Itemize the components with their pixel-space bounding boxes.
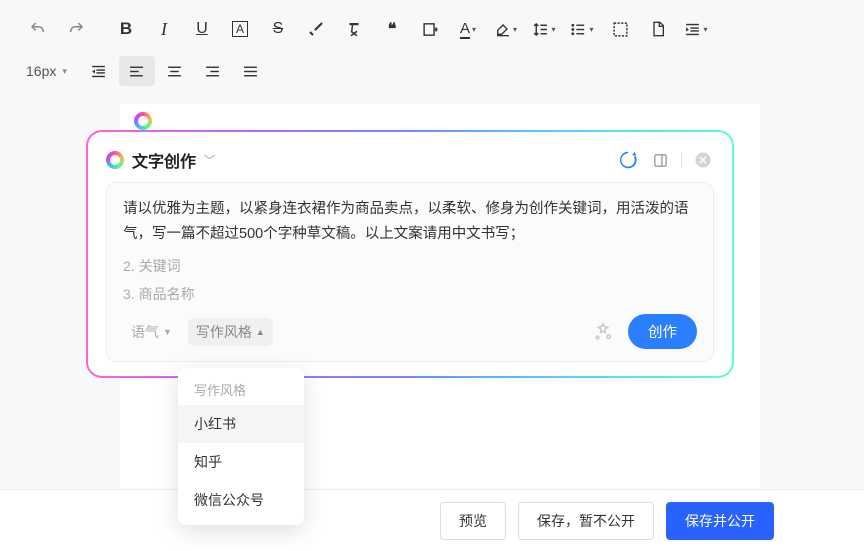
prompt-textarea[interactable]: 请以优雅为主题，以紧身连衣裙作为商品卖点，以柔软、修身为创作关键词，用活泼的语气… [123,197,697,246]
undo-button[interactable] [20,14,56,44]
style-dropdown-header: 写作风格 [178,374,304,405]
font-size-selector[interactable]: 16px ▾ [20,60,73,82]
ai-panel-footer: 语气 ▼ 写作风格 ▲ 创作 [123,314,697,349]
insert-button[interactable] [412,14,448,44]
ordered-list-button[interactable]: ▾ [564,14,600,44]
strikethrough-button[interactable]: S [260,14,296,44]
divider [681,152,682,168]
ai-panel-header: 文字创作 ﹀ [106,148,714,172]
align-center-button[interactable] [157,56,193,86]
preview-button[interactable]: 预览 [440,502,506,540]
expand-icon[interactable] [649,149,671,171]
bold-button[interactable]: B [108,14,144,44]
toolbar-row-1: B I U A S ❝ A▾ ▾ ▾ ▾ ▾ [20,8,844,50]
chevron-down-icon: ▾ [62,66,67,77]
tone-selector[interactable]: 语气 ▼ [123,318,180,346]
indent-button[interactable]: ▾ [678,14,714,44]
create-button[interactable]: 创作 [628,314,697,349]
align-justify-button[interactable] [233,56,269,86]
magic-icon[interactable] [592,321,614,343]
line-height-button[interactable]: ▾ [526,14,562,44]
publish-button[interactable]: 保存并公开 [666,502,774,540]
style-selector[interactable]: 写作风格 ▲ [188,318,273,346]
ai-panel-body: 请以优雅为主题，以紧身连衣裙作为商品卖点，以柔软、修身为创作关键词，用活泼的语气… [106,182,714,362]
style-selector-label: 写作风格 [196,322,252,342]
highlight-button[interactable] [298,14,334,44]
ai-panel: 文字创作 ﹀ 请以优雅为主题，以紧身连衣裙作为商品卖点，以柔软、修身为创作关键词… [86,130,734,378]
underline-button[interactable]: U [184,14,220,44]
style-option-xiaohongshu[interactable]: 小红书 [178,405,304,443]
page-button[interactable] [640,14,676,44]
select-all-button[interactable] [602,14,638,44]
bg-color-button[interactable]: ▾ [488,14,524,44]
refresh-icon[interactable] [617,149,639,171]
style-dropdown: 写作风格 小红书 知乎 微信公众号 [178,368,304,525]
product-name-field-placeholder[interactable]: 3. 商品名称 [123,284,697,304]
bottom-action-bar: 预览 保存，暂不公开 保存并公开 [0,489,864,551]
font-size-value: 16px [26,63,56,79]
save-draft-button[interactable]: 保存，暂不公开 [518,502,654,540]
redo-button[interactable] [58,14,94,44]
chevron-up-icon: ▲ [256,327,265,337]
style-option-wechat[interactable]: 微信公众号 [178,481,304,519]
keyword-field-placeholder[interactable]: 2. 关键词 [123,256,697,276]
chevron-down-icon: ▼ [163,327,172,337]
clear-format-button[interactable] [336,14,372,44]
ai-panel-title: 文字创作 [132,148,196,172]
toolbar-row-2: 16px ▾ [20,50,844,92]
align-left-button[interactable] [119,56,155,86]
ai-logo-icon [106,151,124,169]
font-color-button[interactable]: A▾ [450,14,486,44]
chevron-down-icon[interactable]: ﹀ [204,152,215,168]
italic-button[interactable]: I [146,14,182,44]
text-border-button[interactable]: A [222,14,258,44]
editor-toolbar: B I U A S ❝ A▾ ▾ ▾ ▾ ▾ [0,0,864,92]
style-option-zhihu[interactable]: 知乎 [178,443,304,481]
quote-button[interactable]: ❝ [374,14,410,44]
outdent-button[interactable] [81,56,117,86]
tone-selector-label: 语气 [131,322,159,342]
align-right-button[interactable] [195,56,231,86]
close-icon[interactable] [692,149,714,171]
